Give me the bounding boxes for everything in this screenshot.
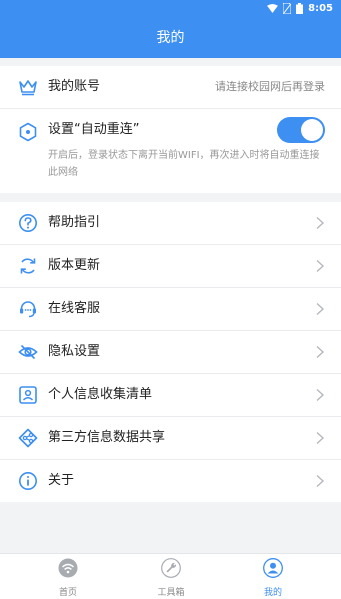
- menu-item-label: 关于: [48, 473, 75, 488]
- account-row[interactable]: 我的账号 请连接校园网后再登录: [0, 66, 341, 109]
- toggle-knob: [301, 119, 323, 141]
- tab-label: 工具箱: [157, 588, 185, 598]
- tab-label: 我的: [263, 588, 282, 598]
- chevron-right-icon: [316, 345, 325, 359]
- chevron-right-icon: [316, 388, 325, 402]
- menu-item-label: 隐私设置: [48, 344, 101, 359]
- tab-home[interactable]: 首页: [28, 554, 108, 599]
- crown-icon: [19, 80, 37, 96]
- chevron-right-icon: [316, 302, 325, 316]
- auto-reconnect-row: 设置“自动重连” 开启后，登录状态下离开当前WIFI，再次进入时将自动重连接此网…: [0, 109, 341, 193]
- hexagon-icon: [19, 122, 37, 142]
- chevron-right-icon: [316, 259, 325, 273]
- menu-item-label: 个人信息收集清单: [48, 387, 153, 402]
- auto-reconnect-toggle[interactable]: [277, 117, 325, 143]
- page-title: 我的: [156, 30, 185, 46]
- wifi-signal-icon: [267, 4, 279, 13]
- help-icon: [19, 214, 37, 232]
- account-card: 我的账号 请连接校园网后再登录 设置“自动重连” 开启后，登录状态下离开当前WI…: [0, 66, 341, 193]
- menu-item-about[interactable]: 关于: [0, 460, 341, 502]
- customer-service-icon: [20, 301, 36, 318]
- tab-toolbox[interactable]: 工具箱: [131, 554, 211, 599]
- wifi-icon: [58, 558, 78, 578]
- tab-label: 首页: [58, 588, 77, 598]
- auto-reconnect-label: 设置“自动重连”: [48, 122, 140, 137]
- bottom-tab-bar: 首页 工具箱 我的: [0, 553, 341, 599]
- chevron-right-icon: [316, 431, 325, 445]
- menu-item-version-update[interactable]: 版本更新: [0, 245, 341, 288]
- id-card-icon: [19, 386, 37, 404]
- menu-item-label: 版本更新: [48, 258, 101, 273]
- menu-item-help[interactable]: 帮助指引: [0, 202, 341, 245]
- refresh-icon: [20, 258, 36, 274]
- share-icon: [18, 428, 38, 448]
- tab-mine[interactable]: 我的: [233, 554, 313, 599]
- menu-item-customer-service[interactable]: 在线客服: [0, 288, 341, 331]
- info-icon: [19, 472, 37, 490]
- menu-item-label: 第三方信息数据共享: [48, 430, 166, 445]
- menu-item-personal-info-list[interactable]: 个人信息收集清单: [0, 374, 341, 417]
- chevron-right-icon: [316, 216, 325, 230]
- user-icon: [263, 558, 283, 578]
- account-label: 我的账号: [48, 79, 101, 94]
- menu-item-third-party-sharing[interactable]: 第三方信息数据共享: [0, 417, 341, 460]
- menu-card: 帮助指引 版本更新 在线客服 隐私设置 个人信息收集清单 第三方信息数据共享 关…: [0, 202, 341, 502]
- status-bar: 8:05: [0, 0, 341, 20]
- menu-item-label: 在线客服: [48, 301, 101, 316]
- menu-item-privacy-settings[interactable]: 隐私设置: [0, 331, 341, 374]
- status-time: 8:05: [308, 3, 333, 14]
- no-sim-icon: [283, 3, 292, 14]
- battery-icon: [296, 3, 304, 14]
- menu-item-label: 帮助指引: [48, 215, 101, 230]
- eye-off-icon: [18, 344, 38, 360]
- account-status: 请连接校园网后再登录: [215, 80, 325, 93]
- wrench-icon: [161, 558, 181, 578]
- auto-reconnect-description: 开启后，登录状态下离开当前WIFI，再次进入时将自动重连接此网络: [48, 150, 320, 178]
- title-bar: 我的: [0, 20, 341, 58]
- chevron-right-icon: [316, 474, 325, 488]
